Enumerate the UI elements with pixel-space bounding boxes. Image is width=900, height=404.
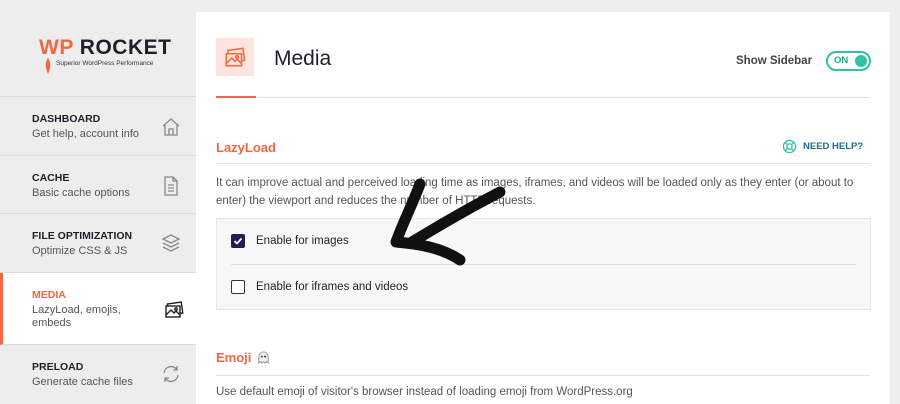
emoji-section-title: Emoji bbox=[216, 350, 271, 365]
home-icon bbox=[162, 118, 180, 136]
file-icon bbox=[164, 176, 178, 196]
logo-rocket: ROCKET bbox=[79, 36, 172, 59]
images-icon bbox=[225, 47, 246, 67]
rocket-flame-icon bbox=[45, 58, 51, 74]
lazyload-section-title: LazyLoad bbox=[216, 140, 276, 155]
title-divider bbox=[256, 97, 870, 98]
sidebar-item-subtitle: LazyLoad, emojis, embeds bbox=[32, 304, 121, 329]
logo-wp: WP bbox=[39, 36, 74, 59]
sidebar-item-title: PRELOAD bbox=[32, 361, 84, 373]
refresh-icon bbox=[163, 365, 179, 383]
title-underline bbox=[216, 96, 256, 98]
show-sidebar-label: Show Sidebar bbox=[736, 55, 813, 67]
sidebar-item-file-optimization[interactable]: FILE OPTIMIZATION Optimize CSS & JS bbox=[0, 214, 196, 273]
option-enable-iframes-videos[interactable]: Enable for iframes and videos bbox=[231, 280, 408, 294]
ghost-icon bbox=[258, 351, 270, 364]
sidebar-item-title: FILE OPTIMIZATION bbox=[32, 230, 133, 242]
annotation-arrow-icon bbox=[390, 178, 506, 266]
checkmark-icon bbox=[233, 237, 243, 245]
page-title: Media bbox=[274, 47, 332, 70]
sidebar-item-subtitle: Get help, account info bbox=[32, 128, 140, 140]
sidebar-item-media[interactable]: MEDIA LazyLoad, emojis, embeds bbox=[0, 273, 196, 345]
option-label: Enable for iframes and videos bbox=[256, 281, 409, 293]
sidebar-item-title: CACHE bbox=[32, 172, 70, 184]
iframes-videos-checkbox[interactable] bbox=[231, 280, 245, 294]
option-enable-images[interactable]: Enable for images bbox=[231, 234, 349, 248]
lifebuoy-icon bbox=[782, 139, 797, 154]
show-sidebar-toggle[interactable]: ON bbox=[826, 51, 871, 71]
toggle-knob bbox=[855, 55, 867, 67]
logo-tagline: Superior WordPress Performance bbox=[56, 60, 154, 67]
sidebar-item-title: MEDIA bbox=[32, 289, 66, 301]
sidebar-item-preload[interactable]: PRELOAD Generate cache files bbox=[0, 345, 196, 404]
option-label: Enable for images bbox=[256, 235, 349, 247]
need-help-label: NEED HELP? bbox=[803, 141, 864, 152]
sidebar-item-subtitle: Optimize CSS & JS bbox=[32, 245, 128, 257]
emoji-title-text: Emoji bbox=[216, 350, 252, 365]
sidebar: WP ROCKET Superior WordPress Performance… bbox=[0, 0, 196, 404]
options-divider bbox=[231, 264, 856, 265]
media-header-icon-box bbox=[216, 38, 254, 76]
sidebar-item-subtitle: Generate cache files bbox=[32, 376, 133, 388]
logo-wordmark: WP ROCKET bbox=[39, 36, 171, 60]
main-panel: Media Show Sidebar ON LazyLoad NEED HELP… bbox=[196, 12, 890, 404]
need-help-link[interactable]: NEED HELP? bbox=[782, 139, 863, 154]
sidebar-item-subtitle: Basic cache options bbox=[32, 187, 130, 199]
lazyload-options-box: Enable for images Enable for iframes and… bbox=[216, 218, 871, 310]
images-icon bbox=[165, 301, 184, 318]
layers-icon bbox=[161, 234, 181, 252]
lazyload-divider bbox=[216, 163, 870, 164]
sidebar-item-dashboard[interactable]: DASHBOARD Get help, account info bbox=[0, 97, 196, 156]
images-checkbox[interactable] bbox=[231, 234, 245, 248]
wp-rocket-logo[interactable]: WP ROCKET Superior WordPress Performance bbox=[0, 0, 196, 97]
emoji-description: Use default emoji of visitor's browser i… bbox=[216, 386, 633, 398]
sidebar-item-title: DASHBOARD bbox=[32, 113, 101, 125]
emoji-divider bbox=[216, 375, 870, 376]
toggle-state-label: ON bbox=[834, 55, 849, 66]
sidebar-item-cache[interactable]: CACHE Basic cache options bbox=[0, 156, 196, 214]
lazyload-description: It can improve actual and perceived load… bbox=[216, 177, 854, 207]
